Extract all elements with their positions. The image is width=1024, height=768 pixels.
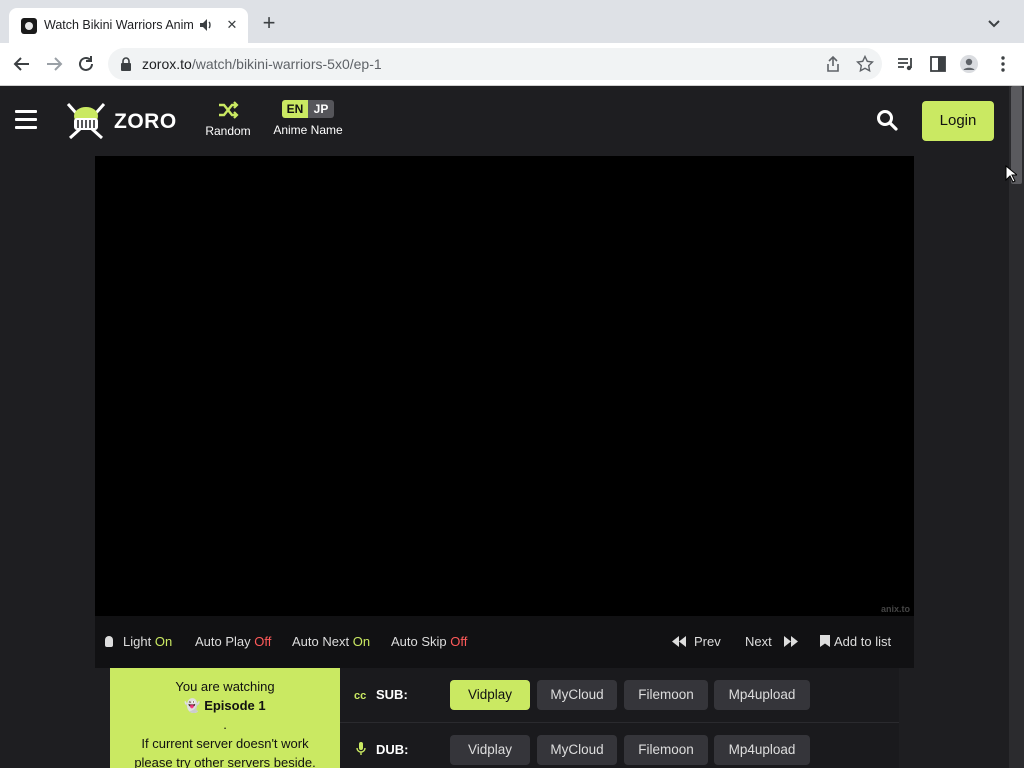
mouse-cursor-icon [1005, 165, 1017, 183]
share-icon[interactable] [824, 55, 842, 73]
lang-en-option[interactable]: EN [282, 100, 308, 118]
browser-tab-bar: Watch Bikini Warriors Anim ✕ + [0, 0, 1024, 43]
site-favicon-icon [21, 18, 37, 34]
closed-caption-icon: cc [354, 690, 367, 702]
next-episode-button[interactable]: Next [745, 634, 798, 649]
page-scrollbar[interactable] [1009, 86, 1024, 768]
browser-menu-icon[interactable] [993, 54, 1013, 74]
anime-name-language-toggle[interactable]: EN JP Anime Name [268, 100, 348, 137]
back-arrow-icon[interactable] [11, 53, 33, 75]
search-icon[interactable] [876, 109, 898, 131]
lang-jp-option[interactable]: JP [308, 100, 334, 118]
autoplay-toggle[interactable]: Auto Play Off [195, 634, 271, 649]
profile-avatar-icon[interactable] [959, 54, 979, 74]
current-episode: 👻 Episode 1 [184, 698, 266, 713]
server-hint-line2: please try other servers beside. [134, 755, 316, 768]
light-toggle[interactable]: Light On [105, 634, 172, 649]
random-label: Random [205, 124, 251, 138]
anime-name-label: Anime Name [273, 123, 343, 137]
lock-icon[interactable] [120, 57, 132, 71]
reload-icon[interactable] [75, 53, 97, 75]
forward-arrow-icon[interactable] [43, 53, 65, 75]
fast-forward-icon [783, 636, 798, 647]
shuffle-icon [219, 101, 239, 119]
language-switch[interactable]: EN JP [282, 100, 334, 118]
bookmark-star-icon[interactable] [856, 55, 874, 73]
watching-dot: . [223, 717, 227, 732]
player-controls-bar: Light On Auto Play Off Auto Next On Auto… [95, 616, 914, 668]
player-watermark: anix.to [880, 604, 910, 614]
microphone-icon [356, 742, 366, 755]
sub-server-mp4upload[interactable]: Mp4upload [714, 680, 810, 710]
side-panel-icon[interactable] [928, 54, 948, 74]
sub-server-vidplay[interactable]: Vidplay [450, 680, 530, 710]
zoro-logo-icon[interactable] [64, 100, 108, 142]
server-panel: You are watching 👻 Episode 1 . If curren… [110, 668, 899, 768]
media-control-icon[interactable] [896, 54, 916, 74]
logo-text[interactable]: ZORO [114, 110, 177, 134]
sub-server-row: cc SUB: Vidplay MyCloud Filemoon Mp4uploa… [340, 668, 899, 723]
sub-server-mycloud[interactable]: MyCloud [537, 680, 617, 710]
browser-toolbar: zorox.to/watch/bikini-warriors-5x0/ep-1 [0, 43, 1024, 86]
new-tab-button[interactable]: + [258, 12, 280, 35]
server-hint-line1: If current server doesn't work [141, 736, 309, 751]
address-bar[interactable]: zorox.to/watch/bikini-warriors-5x0/ep-1 [108, 48, 882, 80]
bookmark-icon [820, 635, 830, 647]
site-page: ZORO Random EN JP Anime Name Login anix.… [0, 86, 1009, 768]
audio-playing-icon[interactable] [199, 17, 213, 33]
dub-server-filemoon[interactable]: Filemoon [624, 735, 708, 765]
sub-server-filemoon[interactable]: Filemoon [624, 680, 708, 710]
video-player[interactable]: anix.to [95, 156, 914, 616]
tab-title: Watch Bikini Warriors Anim [44, 18, 194, 32]
rewind-icon [672, 636, 686, 647]
dub-server-vidplay[interactable]: Vidplay [450, 735, 530, 765]
sub-label: cc SUB: [354, 687, 408, 702]
light-bulb-icon [105, 636, 113, 647]
dub-server-row: DUB: Vidplay MyCloud Filemoon Mp4upload [340, 723, 899, 768]
dub-label: DUB: [354, 742, 409, 757]
dub-server-mp4upload[interactable]: Mp4upload [714, 735, 810, 765]
url-text: zorox.to/watch/bikini-warriors-5x0/ep-1 [142, 56, 382, 72]
autoskip-toggle[interactable]: Auto Skip Off [391, 634, 467, 649]
close-tab-icon[interactable]: ✕ [224, 16, 240, 34]
menu-hamburger-icon[interactable] [15, 110, 37, 130]
now-watching-box: You are watching 👻 Episode 1 . If curren… [110, 668, 340, 768]
autonext-toggle[interactable]: Auto Next On [292, 634, 370, 649]
prev-episode-button[interactable]: Prev [672, 634, 721, 649]
login-button[interactable]: Login [922, 101, 994, 141]
episode-icon: 👻 [184, 698, 201, 713]
tab-search-chevron-icon[interactable] [984, 14, 1004, 34]
add-to-list-button[interactable]: Add to list [820, 634, 891, 649]
random-button[interactable]: Random [200, 100, 256, 138]
watching-line: You are watching [175, 679, 275, 694]
browser-tab[interactable]: Watch Bikini Warriors Anim ✕ [9, 8, 248, 43]
dub-server-mycloud[interactable]: MyCloud [537, 735, 617, 765]
